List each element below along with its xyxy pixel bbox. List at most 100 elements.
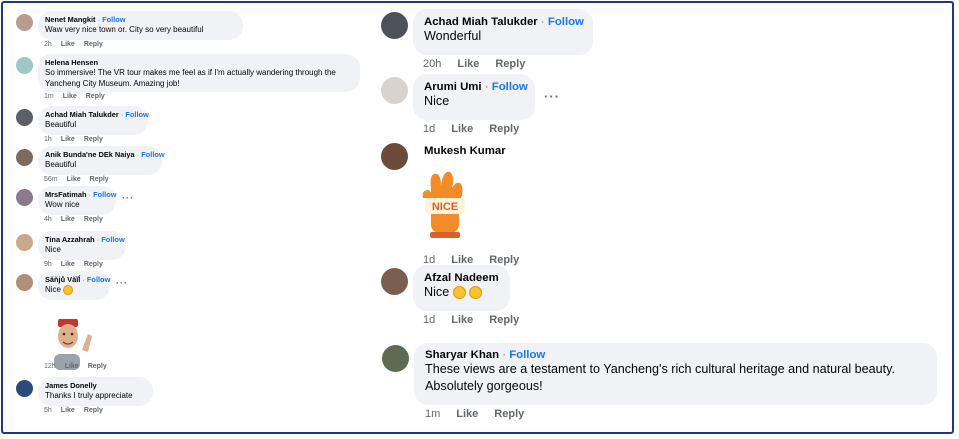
avatar[interactable] (381, 12, 408, 39)
reply-button[interactable]: Reply (495, 58, 525, 70)
comment-text: Nice (424, 94, 450, 108)
avatar[interactable] (16, 109, 33, 126)
avatar[interactable] (381, 77, 408, 104)
timestamp[interactable]: 1d (423, 314, 435, 326)
comment-actions: 12h Like Reply (44, 363, 116, 370)
like-button[interactable]: Like (67, 176, 81, 183)
comment-text: These views are a testament to Yancheng'… (425, 362, 896, 393)
reply-button[interactable]: Reply (494, 408, 524, 420)
commenter-name[interactable]: Săňjů Văĩĺ (45, 275, 80, 284)
comment-text: Beautiful (45, 120, 77, 129)
timestamp[interactable]: 12h (44, 363, 56, 370)
timestamp[interactable]: 1m (425, 408, 440, 420)
like-button[interactable]: Like (61, 41, 75, 48)
reply-button[interactable]: Reply (90, 176, 109, 183)
avatar[interactable] (16, 189, 33, 206)
timestamp[interactable]: 2h (44, 41, 52, 48)
like-button[interactable]: Like (61, 136, 75, 143)
avatar[interactable] (382, 345, 409, 372)
follow-button[interactable]: Follow (492, 81, 528, 93)
commenter-name[interactable]: Achad Miah Talukder (424, 16, 538, 28)
commenter-name[interactable]: Nenet Mangkit (45, 15, 96, 24)
like-button[interactable]: Like (63, 93, 77, 100)
commenter-name[interactable]: Sharyar Khan (425, 349, 499, 361)
comment-bubble: MrsFatimah · Follow Wow nice (38, 186, 116, 215)
reply-button[interactable]: Reply (84, 41, 103, 48)
avatar[interactable] (381, 143, 408, 170)
avatar[interactable] (16, 274, 33, 291)
reply-button[interactable]: Reply (84, 216, 103, 223)
avatar[interactable] (16, 234, 33, 251)
comment-bubble: Arumi Umi · Follow Nice (413, 74, 535, 120)
more-options-icon[interactable]: ··· (122, 193, 134, 203)
follow-button[interactable]: Follow (102, 15, 125, 24)
reply-button[interactable]: Reply (84, 407, 103, 414)
comment-actions: 1m Like Reply (44, 93, 114, 100)
reply-button[interactable]: Reply (86, 93, 105, 100)
reply-button[interactable]: Reply (84, 261, 103, 268)
commenter-name[interactable]: Helena Hensen (45, 58, 98, 67)
comment-actions: 1d Like Reply (423, 123, 535, 135)
timestamp[interactable]: 4h (44, 216, 52, 223)
follow-button[interactable]: Follow (101, 235, 124, 244)
timestamp[interactable]: 5h (44, 407, 52, 414)
comment-actions: 5h Like Reply (44, 407, 112, 414)
follow-button[interactable]: Follow (125, 110, 148, 119)
avatar[interactable] (16, 149, 33, 166)
commenter-name[interactable]: Afzal Nadeem (424, 272, 499, 284)
commenter-name[interactable]: Mukesh Kumar (424, 145, 506, 157)
laughing-emoji-icon (469, 286, 483, 300)
commenter-name[interactable]: MrsFatimah (45, 190, 86, 199)
comment-text: Wow nice (45, 200, 80, 209)
follow-button[interactable]: Follow (141, 150, 164, 159)
follow-button[interactable]: Follow (548, 16, 584, 28)
memoji-avatar-sticker (54, 319, 92, 370)
comment-actions: 2h Like Reply (44, 41, 112, 48)
commenter-name[interactable]: Anik Bunda'ne DEk Naiya (45, 150, 135, 159)
more-options-icon[interactable]: ··· (544, 89, 560, 104)
like-button[interactable]: Like (65, 363, 79, 370)
follow-button[interactable]: Follow (93, 190, 116, 199)
reply-button[interactable]: Reply (489, 314, 519, 326)
timestamp[interactable]: 1m (44, 93, 54, 100)
commenter-name[interactable]: James Donelly (45, 381, 97, 390)
like-button[interactable]: Like (61, 216, 75, 223)
nice-sticker: NICE (422, 171, 465, 238)
comment-actions: 20h Like Reply (423, 58, 541, 70)
reply-button[interactable]: Reply (84, 136, 103, 143)
commenter-name[interactable]: Achad Miah Talukder (45, 110, 119, 119)
avatar[interactable] (16, 380, 33, 397)
sticker-hand (82, 334, 92, 352)
like-button[interactable]: Like (61, 407, 75, 414)
comment-bubble: Sharyar Khan · Follow These views are a … (414, 343, 937, 405)
follow-button[interactable]: Follow (87, 275, 110, 284)
reply-button[interactable]: Reply (489, 123, 519, 135)
avatar[interactable] (16, 14, 33, 31)
sticker-eye (70, 332, 74, 336)
more-options-icon[interactable]: ··· (116, 278, 128, 288)
like-button[interactable]: Like (456, 408, 478, 420)
avatar[interactable] (16, 57, 33, 74)
timestamp[interactable]: 56m (44, 176, 58, 183)
timestamp[interactable]: 1h (44, 136, 52, 143)
sticker-wrist (430, 232, 460, 238)
comment-bubble: Anik Bunda'ne DEk Naiya · Follow Beautif… (38, 146, 165, 175)
comment-bubble: Helena Hensen So immersive! The VR tour … (38, 54, 360, 92)
reply-button[interactable]: Reply (88, 363, 107, 370)
smiley-emoji-icon (452, 286, 466, 300)
comment-bubble: Săňjů Văĩĺ · Follow Nice (38, 271, 110, 300)
follow-button[interactable]: Follow (509, 349, 545, 361)
like-button[interactable]: Like (457, 58, 479, 70)
timestamp[interactable]: 1d (423, 123, 435, 135)
timestamp[interactable]: 20h (423, 58, 441, 70)
commenter-name[interactable]: Tina Azzahrah (45, 235, 95, 244)
like-button[interactable]: Like (451, 123, 473, 135)
like-button[interactable]: Like (451, 314, 473, 326)
commenter-name[interactable]: Arumi Umi (424, 81, 482, 93)
timestamp[interactable]: 9h (44, 261, 52, 268)
like-button[interactable]: Like (61, 261, 75, 268)
sticker-eye (62, 332, 66, 336)
comment-text: Nice (424, 285, 450, 299)
avatar[interactable] (381, 268, 408, 295)
comment-text: Nice (45, 285, 62, 294)
